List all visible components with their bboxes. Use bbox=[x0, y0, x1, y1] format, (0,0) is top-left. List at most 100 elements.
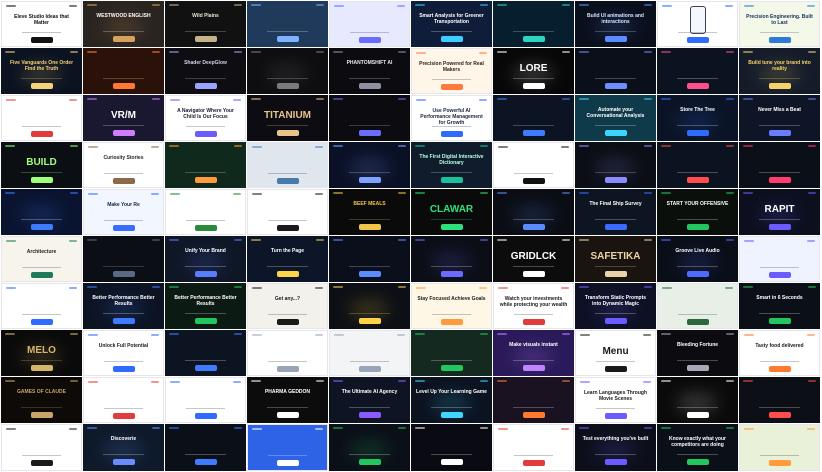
website-thumbnail[interactable]: Wild Plains bbox=[165, 1, 246, 47]
website-thumbnail[interactable]: Precision Engineering. Built to Last bbox=[739, 1, 820, 47]
website-thumbnail[interactable] bbox=[493, 424, 574, 471]
website-thumbnail[interactable] bbox=[657, 142, 738, 188]
website-thumbnail[interactable] bbox=[247, 48, 328, 94]
website-thumbnail[interactable]: PHANTOMSHIFT AI bbox=[329, 48, 410, 94]
website-thumbnail[interactable] bbox=[739, 142, 820, 188]
website-thumbnail[interactable] bbox=[575, 142, 656, 188]
website-thumbnail[interactable] bbox=[165, 142, 246, 188]
website-thumbnail[interactable] bbox=[329, 330, 410, 376]
website-thumbnail[interactable] bbox=[247, 424, 328, 471]
website-thumbnail[interactable]: Get any...? bbox=[247, 283, 328, 329]
website-thumbnail[interactable]: Groove Live Audio bbox=[657, 236, 738, 282]
website-thumbnail[interactable] bbox=[739, 377, 820, 423]
website-thumbnail[interactable] bbox=[1, 424, 82, 471]
website-thumbnail[interactable]: Learn Languages Through Movie Scenes bbox=[575, 377, 656, 423]
website-thumbnail[interactable]: Shader DeepGlow bbox=[165, 48, 246, 94]
website-thumbnail[interactable] bbox=[493, 377, 574, 423]
website-thumbnail[interactable]: Smart in 6 Seconds bbox=[739, 283, 820, 329]
website-thumbnail[interactable]: Curiosity Stories bbox=[83, 142, 164, 188]
website-thumbnail[interactable]: PHARMA GEDDON bbox=[247, 377, 328, 423]
website-thumbnail[interactable]: Precision Powered for Real Makers bbox=[411, 48, 492, 94]
website-thumbnail[interactable]: Eleve Studio Ideas that Matter bbox=[1, 1, 82, 47]
website-thumbnail[interactable]: Better Performance Better Results bbox=[165, 283, 246, 329]
website-thumbnail[interactable] bbox=[329, 1, 410, 47]
website-thumbnail[interactable] bbox=[657, 1, 738, 47]
website-thumbnail[interactable]: Store The Tree bbox=[657, 95, 738, 141]
website-thumbnail[interactable] bbox=[247, 1, 328, 47]
website-thumbnail[interactable] bbox=[165, 377, 246, 423]
website-thumbnail[interactable] bbox=[329, 95, 410, 141]
website-thumbnail[interactable]: Use Powerful AI Performance Management f… bbox=[411, 95, 492, 141]
website-thumbnail[interactable]: Automate your Conversational Analysis bbox=[575, 95, 656, 141]
website-thumbnail[interactable] bbox=[739, 424, 820, 471]
website-thumbnail[interactable] bbox=[739, 236, 820, 282]
website-thumbnail[interactable]: Better Performance Better Results bbox=[83, 283, 164, 329]
website-thumbnail[interactable] bbox=[1, 95, 82, 141]
website-thumbnail[interactable]: LORE bbox=[493, 48, 574, 94]
website-thumbnail[interactable]: Know exactly what your competitors are d… bbox=[657, 424, 738, 471]
website-thumbnail[interactable] bbox=[1, 283, 82, 329]
website-thumbnail[interactable]: The Ultimate AI Agency bbox=[329, 377, 410, 423]
website-thumbnail[interactable] bbox=[329, 236, 410, 282]
website-thumbnail[interactable]: BUILD bbox=[1, 142, 82, 188]
website-thumbnail[interactable]: Stay Focused Achieve Goals bbox=[411, 283, 492, 329]
website-thumbnail[interactable] bbox=[411, 236, 492, 282]
website-thumbnail[interactable] bbox=[493, 142, 574, 188]
website-thumbnail[interactable] bbox=[411, 330, 492, 376]
website-thumbnail[interactable]: RAPIT bbox=[739, 189, 820, 235]
website-thumbnail[interactable]: A Navigator Where Your Child Is Our Focu… bbox=[165, 95, 246, 141]
website-thumbnail[interactable]: Architecture bbox=[1, 236, 82, 282]
website-thumbnail[interactable] bbox=[411, 424, 492, 471]
website-thumbnail[interactable] bbox=[83, 377, 164, 423]
website-thumbnail[interactable] bbox=[329, 424, 410, 471]
website-thumbnail[interactable] bbox=[329, 283, 410, 329]
website-thumbnail[interactable]: Watch your investments while protecting … bbox=[493, 283, 574, 329]
website-thumbnail[interactable] bbox=[247, 142, 328, 188]
website-thumbnail[interactable]: Level Up Your Learning Game bbox=[411, 377, 492, 423]
website-thumbnail[interactable] bbox=[493, 95, 574, 141]
website-thumbnail[interactable] bbox=[1, 189, 82, 235]
website-thumbnail[interactable] bbox=[657, 377, 738, 423]
website-thumbnail[interactable]: Transform Static Prompts into Dynamic Ma… bbox=[575, 283, 656, 329]
website-thumbnail[interactable] bbox=[575, 48, 656, 94]
website-thumbnail[interactable]: Five Vanguards One Order Find the Truth bbox=[1, 48, 82, 94]
website-thumbnail[interactable]: CLAWAR bbox=[411, 189, 492, 235]
website-thumbnail[interactable] bbox=[493, 189, 574, 235]
website-thumbnail[interactable] bbox=[165, 424, 246, 471]
website-thumbnail[interactable]: Unify Your Brand bbox=[165, 236, 246, 282]
website-thumbnail[interactable]: Never Miss a Beat bbox=[739, 95, 820, 141]
website-thumbnail[interactable]: Smart Analysis for Greener Transportatio… bbox=[411, 1, 492, 47]
website-thumbnail[interactable] bbox=[247, 330, 328, 376]
website-thumbnail[interactable] bbox=[247, 189, 328, 235]
website-thumbnail[interactable] bbox=[165, 189, 246, 235]
website-thumbnail[interactable]: START YOUR OFFENSIVE bbox=[657, 189, 738, 235]
website-thumbnail[interactable]: WESTWOOD ENGLISH bbox=[83, 1, 164, 47]
website-thumbnail[interactable] bbox=[657, 48, 738, 94]
website-thumbnail[interactable]: GRIDLCK bbox=[493, 236, 574, 282]
website-thumbnail[interactable]: VR/M bbox=[83, 95, 164, 141]
website-thumbnail[interactable] bbox=[83, 236, 164, 282]
website-thumbnail[interactable]: Build UI animations and interactions bbox=[575, 1, 656, 47]
website-thumbnail[interactable]: Turn the Page bbox=[247, 236, 328, 282]
website-thumbnail[interactable]: Tasty food delivered bbox=[739, 330, 820, 376]
website-thumbnail[interactable]: Make Your Re bbox=[83, 189, 164, 235]
website-thumbnail[interactable]: Menu bbox=[575, 330, 656, 376]
website-thumbnail[interactable]: Unlock Full Potential bbox=[83, 330, 164, 376]
website-thumbnail[interactable]: Build tune your brand into reality bbox=[739, 48, 820, 94]
website-thumbnail[interactable]: GAMES OF CLAUDE bbox=[1, 377, 82, 423]
website-thumbnail[interactable]: The Final Ship Survey bbox=[575, 189, 656, 235]
website-thumbnail[interactable]: Make visuals instant bbox=[493, 330, 574, 376]
website-thumbnail[interactable]: Discoverie bbox=[83, 424, 164, 471]
website-thumbnail[interactable] bbox=[83, 48, 164, 94]
website-thumbnail[interactable] bbox=[329, 142, 410, 188]
website-thumbnail[interactable]: The First Digital Interactive Dictionary bbox=[411, 142, 492, 188]
website-thumbnail[interactable]: Test everything you've built bbox=[575, 424, 656, 471]
website-thumbnail[interactable]: TITANIUM bbox=[247, 95, 328, 141]
website-thumbnail[interactable]: SAFETIKA bbox=[575, 236, 656, 282]
website-thumbnail[interactable] bbox=[493, 1, 574, 47]
website-thumbnail[interactable]: Bleeding Fortune bbox=[657, 330, 738, 376]
website-thumbnail[interactable] bbox=[165, 330, 246, 376]
website-thumbnail[interactable]: BEEF MEALS bbox=[329, 189, 410, 235]
website-thumbnail[interactable] bbox=[657, 283, 738, 329]
website-thumbnail[interactable]: MELO bbox=[1, 330, 82, 376]
